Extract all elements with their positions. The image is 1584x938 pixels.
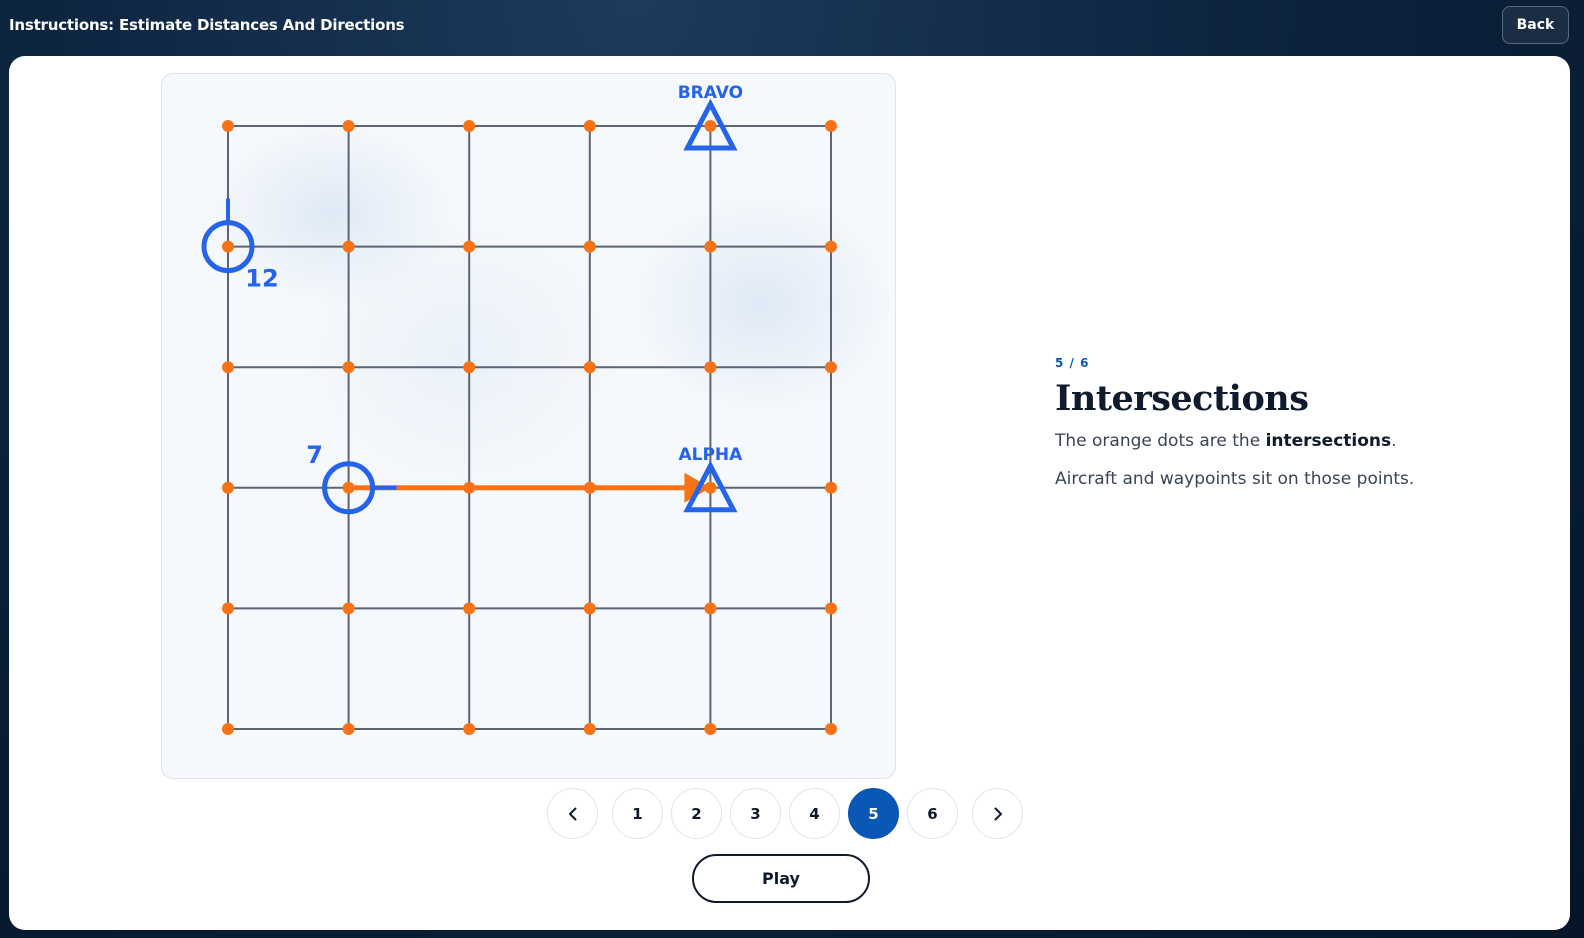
step-text-2: Aircraft and waypoints sit on those poin… (1055, 469, 1415, 489)
pagination: 1 2 3 4 5 6 (541, 788, 1029, 840)
waypoint-label: ALPHA (678, 445, 743, 465)
tutorial-panel: 5 / 6 Intersections The orange dots are … (1055, 356, 1535, 505)
intersection-dot (222, 602, 234, 615)
chevron-right-icon (994, 807, 1002, 820)
intersection-dot (825, 120, 837, 132)
step-text-1-prefix: The orange dots are the (1055, 431, 1266, 451)
intersection-dot (342, 361, 355, 374)
intersection-dot (463, 361, 476, 374)
page-button-1[interactable]: 1 (612, 788, 663, 839)
intersection-dot (342, 120, 355, 132)
intersection-dot (583, 481, 596, 494)
intersection-dot (825, 361, 837, 374)
intersection-dot (825, 481, 837, 494)
top-bar: Instructions: Estimate Distances And Dir… (0, 0, 1584, 56)
play-button[interactable]: Play (692, 854, 870, 903)
intersection-dot (463, 120, 476, 132)
intersection-dot (463, 240, 476, 253)
intersection-dot (583, 602, 596, 615)
page-title: Instructions: Estimate Distances And Dir… (9, 16, 405, 34)
page-button-5[interactable]: 5 (848, 788, 899, 839)
intersection-dot (704, 120, 717, 132)
intersection-dot (704, 602, 717, 615)
page-button-3[interactable]: 3 (730, 788, 781, 839)
intersection-dot (704, 723, 717, 735)
intersection-dot (222, 481, 234, 494)
next-page-button[interactable] (972, 788, 1023, 839)
aircraft-label: 12 (245, 265, 278, 293)
step-counter: 5 / 6 (1055, 356, 1090, 370)
intersection-dot (222, 361, 234, 374)
intersection-dot (463, 481, 476, 494)
intersection-dot (222, 723, 234, 735)
intersection-dot (583, 120, 596, 132)
intersection-dot (342, 723, 355, 735)
intersection-dot (342, 602, 355, 615)
intersection-dot (583, 240, 596, 253)
intersection-dot (222, 120, 234, 132)
intersection-dot (825, 240, 837, 253)
prev-page-button[interactable] (547, 788, 598, 839)
intersection-dot (583, 723, 596, 735)
page-button-2[interactable]: 2 (671, 788, 722, 839)
intersection-dot (825, 602, 837, 615)
step-text-1-suffix: . (1391, 431, 1397, 451)
intersection-dot (342, 240, 355, 253)
grid-svg: BRAVO ALPHA 12 7 (201, 83, 837, 735)
instructions-card: BRAVO ALPHA 12 7 5 / 6 Intersections The o… (9, 56, 1570, 930)
step-text-1: The orange dots are the intersections. (1055, 429, 1535, 453)
page-button-6[interactable]: 6 (907, 788, 958, 839)
intersection-dot (463, 602, 476, 615)
waypoint-label: BRAVO (678, 83, 743, 103)
step-title: Intersections (1055, 378, 1309, 419)
intersection-dot (704, 361, 717, 374)
intersection-dot (222, 240, 234, 253)
intersection-dot (583, 361, 596, 374)
aircraft-label: 7 (306, 441, 323, 469)
chevron-left-icon (568, 807, 576, 820)
intersection-dot (463, 723, 476, 735)
page-button-4[interactable]: 4 (789, 788, 840, 839)
step-text-1-bold: intersections (1265, 431, 1392, 451)
intersection-dot (704, 481, 717, 494)
intersection-dot (825, 723, 837, 735)
back-button[interactable]: Back (1502, 6, 1569, 44)
grid-board: BRAVO ALPHA 12 7 (161, 73, 896, 779)
intersection-dot (704, 240, 717, 253)
intersection-dot (342, 481, 355, 494)
